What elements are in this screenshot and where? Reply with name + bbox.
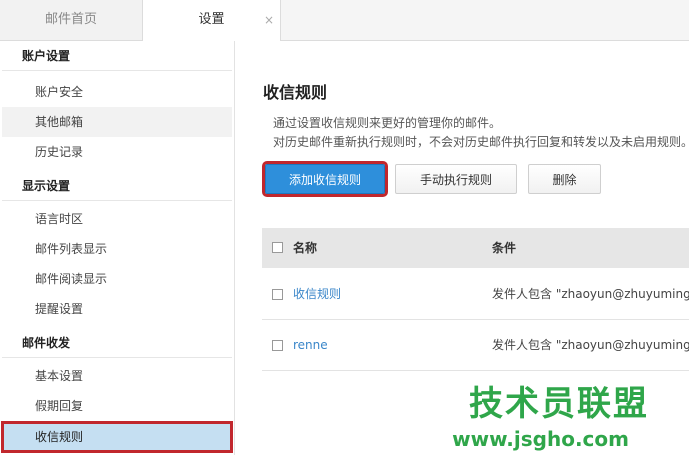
row-checkbox[interactable] — [272, 340, 283, 351]
tab-settings-label: 设置 — [198, 12, 225, 27]
table-header: 名称 条件 — [262, 228, 689, 268]
description-line-1: 通过设置收信规则来更好的管理你的邮件。 — [273, 116, 502, 130]
sidebar-item-reminder-settings[interactable]: 提醒设置 — [2, 294, 232, 324]
rule-condition: 发件人包含 "zhaoyun@zhuyuming.so — [492, 287, 689, 301]
section-account-settings: 账户设置 — [2, 41, 232, 71]
watermark-url: www.jsgho.com — [452, 427, 629, 451]
table-row: 收信规则 发件人包含 "zhaoyun@zhuyuming.so — [262, 269, 689, 320]
settings-sidebar: 账户设置 账户安全 其他邮箱 历史记录 显示设置 语言时区 邮件列表显示 邮件阅… — [1, 41, 235, 455]
description-line-2: 对历史邮件重新执行规则时，不会对历史邮件执行回复和转发以及未启用规则。 — [273, 135, 689, 149]
close-icon[interactable]: × — [264, 0, 274, 40]
tab-mail-home[interactable]: 邮件首页 — [0, 0, 143, 40]
table-row: renne 发件人包含 "zhaoyun@zhuyuming.so — [262, 320, 689, 371]
page-title: 收信规则 — [263, 83, 328, 102]
tab-bar: 邮件首页 设置 × — [0, 0, 689, 41]
tab-bar-filler — [281, 0, 689, 40]
add-rule-button[interactable]: 添加收信规则 — [262, 161, 388, 197]
tab-settings[interactable]: 设置 × — [143, 0, 281, 41]
section-mail-send-receive: 邮件收发 — [2, 328, 232, 358]
run-rules-manually-button[interactable]: 手动执行规则 — [395, 164, 517, 194]
delete-button[interactable]: 删除 — [528, 164, 601, 194]
watermark-logo-text: 技术员联盟 — [469, 384, 649, 424]
sidebar-item-history[interactable]: 历史记录 — [2, 137, 232, 167]
sidebar-item-inbox-rules[interactable]: 收信规则 — [1, 421, 233, 453]
select-all-checkbox[interactable] — [272, 242, 283, 253]
rule-condition: 发件人包含 "zhaoyun@zhuyuming.so — [492, 338, 689, 352]
sidebar-item-other-mailbox[interactable]: 其他邮箱 — [2, 107, 232, 137]
sidebar-item-language-timezone[interactable]: 语言时区 — [2, 204, 232, 234]
sidebar-item-basic-settings[interactable]: 基本设置 — [2, 361, 232, 391]
column-header-condition: 条件 — [492, 241, 517, 255]
sidebar-item-mail-list-display[interactable]: 邮件列表显示 — [2, 234, 232, 264]
column-header-name: 名称 — [293, 241, 318, 255]
section-display-settings: 显示设置 — [2, 171, 232, 201]
rule-name-link[interactable]: renne — [293, 320, 328, 370]
sidebar-item-vacation-reply[interactable]: 假期回复 — [2, 391, 232, 421]
rule-name-link[interactable]: 收信规则 — [293, 269, 341, 319]
sidebar-item-account-security[interactable]: 账户安全 — [2, 77, 232, 107]
sidebar-item-mail-reading-display[interactable]: 邮件阅读显示 — [2, 264, 232, 294]
row-checkbox[interactable] — [272, 289, 283, 300]
